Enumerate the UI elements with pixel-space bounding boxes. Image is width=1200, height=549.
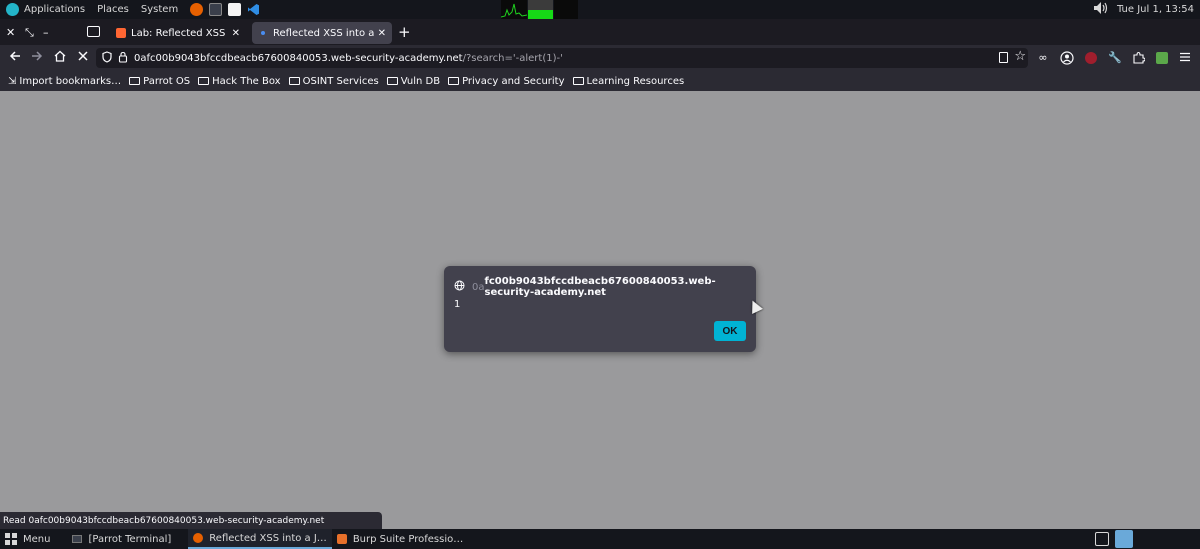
private-mask-icon[interactable]: ∞ xyxy=(1036,51,1050,65)
firefox-launcher-icon[interactable] xyxy=(190,3,204,16)
task-label: Reflected XSS into a J… xyxy=(209,532,327,544)
app-grid-icon xyxy=(5,533,17,545)
dialog-origin: 0a fc00b9043bfccdbeacb67600840053.web-se… xyxy=(454,276,756,298)
taskbar-burp-suite[interactable]: Burp Suite Professio… xyxy=(332,529,468,549)
tab-lab[interactable]: Lab: Reflected XSS into a JavaScript str… xyxy=(110,22,246,44)
taskbar: Menu [Parrot Terminal] Reflected XSS int… xyxy=(0,529,1200,549)
bookmark-label: Vuln DB xyxy=(400,75,441,87)
terminal-launcher-icon[interactable] xyxy=(209,3,223,16)
extension-foxyproxy-icon[interactable] xyxy=(1155,51,1169,65)
tab-title: Reflected XSS into a JavaScript string xyxy=(273,27,374,39)
dialog-origin-faded: 0a xyxy=(472,281,485,293)
taskbar-terminal[interactable]: [Parrot Terminal] xyxy=(67,529,176,549)
task-label: [Parrot Terminal] xyxy=(88,533,172,545)
bookmark-folder-parrot-os[interactable]: Parrot OS xyxy=(129,76,190,87)
tab-reflected-xss[interactable]: Reflected XSS into a JavaScript string ✕ xyxy=(252,22,392,44)
stop-loading-button[interactable] xyxy=(75,50,91,65)
wrench-icon[interactable]: 🔧 xyxy=(1108,51,1122,65)
folder-icon xyxy=(288,77,300,85)
menu-system[interactable]: System xyxy=(141,4,178,15)
dialog-origin-text: fc00b9043bfccdbeacb67600840053.web-secur… xyxy=(484,276,716,298)
volume-icon[interactable] xyxy=(1093,1,1109,18)
new-tab-button[interactable]: + xyxy=(398,23,411,41)
bookmark-label: Privacy and Security xyxy=(462,75,565,87)
globe-icon xyxy=(454,280,465,294)
firefox-view-icon[interactable] xyxy=(87,26,100,37)
network-tray-icon[interactable] xyxy=(1095,532,1109,546)
bookmark-label: Parrot OS xyxy=(143,75,191,87)
folder-icon xyxy=(198,77,210,85)
folder-icon xyxy=(572,77,584,85)
window-minimize-button[interactable]: – xyxy=(43,26,49,39)
tab-close-icon[interactable]: ✕ xyxy=(378,28,386,39)
home-button[interactable] xyxy=(52,50,68,65)
loading-favicon-icon xyxy=(261,31,265,35)
bookmark-import[interactable]: ⇲ Import bookmarks… xyxy=(8,76,121,87)
taskbar-firefox[interactable]: Reflected XSS into a J… xyxy=(188,529,332,549)
memory-monitor xyxy=(528,0,553,19)
tab-close-icon[interactable]: ✕ xyxy=(232,28,240,39)
url-path: /?search='-alert(1)-' xyxy=(462,52,563,64)
hamburger-menu-icon[interactable] xyxy=(1178,51,1192,65)
portswigger-favicon-icon xyxy=(116,28,126,38)
folder-icon xyxy=(448,77,460,85)
tab-strip: ✕ ⤡ – Lab: Reflected XSS into a JavaScri… xyxy=(0,19,1200,45)
reader-view-icon[interactable] xyxy=(999,52,1008,63)
forward-button[interactable] xyxy=(29,50,45,65)
task-label: Burp Suite Professio… xyxy=(352,533,464,545)
cpu-monitor xyxy=(500,0,528,19)
clock[interactable]: Tue Jul 1, 13:54 xyxy=(1117,4,1194,15)
bookmark-folder-learning-resources[interactable]: Learning Resources xyxy=(572,75,685,87)
back-button[interactable] xyxy=(7,50,23,65)
url-bar[interactable]: 0afc00b9043bfccdbeacb67600840053.web-sec… xyxy=(96,48,1028,68)
bookmark-label: Hack The Box xyxy=(212,75,281,87)
folder-icon xyxy=(129,77,141,85)
taskbar-menu-button[interactable]: Menu xyxy=(0,529,55,549)
menu-applications[interactable]: Applications xyxy=(24,4,85,15)
vscode-launcher-icon[interactable] xyxy=(247,3,260,16)
folder-icon xyxy=(386,77,398,85)
url-host: 0afc00b9043bfccdbeacb67600840053.web-sec… xyxy=(134,52,463,64)
tray-app-icon[interactable] xyxy=(1115,530,1133,548)
nav-toolbar: 0afc00b9043bfccdbeacb67600840053.web-sec… xyxy=(0,45,1200,71)
firefox-icon xyxy=(193,533,204,543)
terminal-icon xyxy=(72,535,83,543)
bookmark-label: Learning Resources xyxy=(586,75,685,87)
shield-icon[interactable] xyxy=(102,50,112,66)
text-editor-launcher-icon[interactable] xyxy=(228,3,242,16)
system-panel: Applications Places System Tue Jul 1, 13… xyxy=(0,0,1200,19)
bookmark-label: Import bookmarks… xyxy=(19,75,122,87)
tab-title: Lab: Reflected XSS into a JavaScript str… xyxy=(131,27,228,39)
bookmark-folder-privacy-security[interactable]: Privacy and Security xyxy=(448,75,565,87)
bookmarks-bar: ⇲ Import bookmarks… Parrot OS Hack The B… xyxy=(0,71,1200,91)
bookmark-folder-osint-services[interactable]: OSINT Services xyxy=(288,75,379,87)
alert-dialog: 0a fc00b9043bfccdbeacb67600840053.web-se… xyxy=(444,266,756,352)
bookmark-folder-hack-the-box[interactable]: Hack The Box xyxy=(198,75,281,87)
window-restore-button[interactable]: ⤡ xyxy=(25,26,34,40)
window-close-button[interactable]: ✕ xyxy=(6,26,15,39)
import-icon: ⇲ xyxy=(8,75,17,87)
bookmark-label: OSINT Services xyxy=(302,75,379,87)
bookmark-star-icon[interactable]: ☆ xyxy=(1014,49,1026,64)
parrot-logo-icon[interactable] xyxy=(6,3,19,16)
burp-suite-icon xyxy=(336,534,347,544)
network-monitor xyxy=(554,0,578,19)
status-bar: Read 0afc00b9043bfccdbeacb67600840053.we… xyxy=(0,512,382,529)
menu-label: Menu xyxy=(23,533,51,545)
bookmark-folder-vuln-db[interactable]: Vuln DB xyxy=(386,75,441,87)
account-icon[interactable] xyxy=(1060,51,1074,65)
menu-places[interactable]: Places xyxy=(97,4,129,15)
ok-button[interactable]: OK xyxy=(714,321,746,341)
dialog-message: 1 xyxy=(454,299,461,310)
lock-icon[interactable] xyxy=(118,51,128,66)
extension-ublock-icon[interactable] xyxy=(1084,51,1098,65)
extensions-puzzle-icon[interactable] xyxy=(1131,51,1146,65)
